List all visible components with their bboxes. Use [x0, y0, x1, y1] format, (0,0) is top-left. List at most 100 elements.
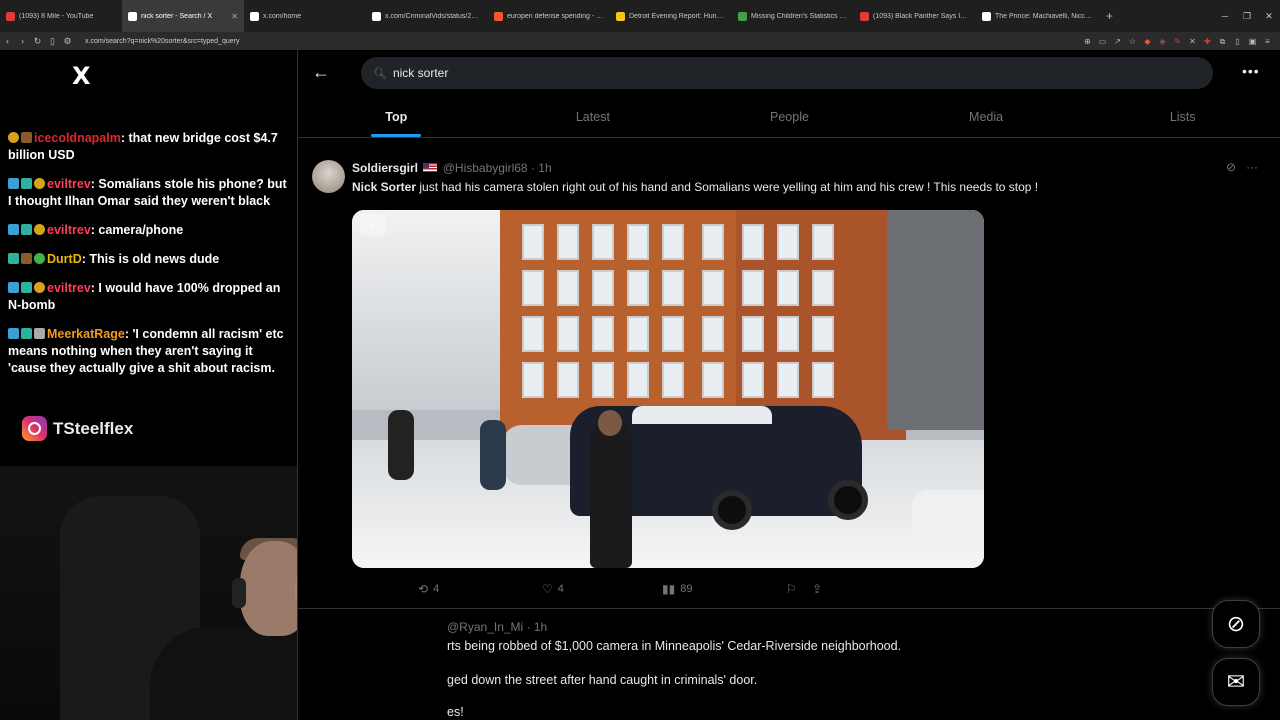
x-main-column: ← 🔍︎ nick sorter ••• Top Latest People Medi…: [297, 50, 1280, 720]
browser-tab[interactable]: nick sorter - Search / X ✕: [122, 0, 244, 32]
tab-title: x.com/CriminalVids/status/20123159…: [385, 12, 482, 20]
chat-badge-icon: [21, 178, 32, 189]
extension-c-icon[interactable]: ✕: [1188, 37, 1197, 46]
tab-close-icon[interactable]: ✕: [231, 12, 238, 21]
download-icon[interactable]: ⤓: [360, 214, 386, 236]
chat-badge-icon: [8, 253, 19, 264]
like-button[interactable]: ♡ 4: [542, 582, 564, 596]
browser-tab[interactable]: (1093) 8 Mile - YouTube: [0, 0, 122, 32]
extension-d-icon[interactable]: ✚: [1203, 37, 1212, 46]
browser-tab[interactable]: x.com/home: [244, 0, 366, 32]
user-handle[interactable]: @Hisbabygirl68: [443, 161, 528, 175]
chat-badge-icon: [8, 178, 19, 189]
browser-tab[interactable]: Detroit Evening Report: Hundreds in…: [610, 0, 732, 32]
chat-message: eviltrev: camera/phone: [8, 222, 292, 239]
mentioned-name[interactable]: Nick Sorter: [352, 180, 416, 194]
chat-message: DurtD: This is old news dude: [8, 251, 292, 268]
tab-people[interactable]: People: [691, 98, 888, 137]
browser-tab[interactable]: europen defense spending - Brave S…: [488, 0, 610, 32]
tweet-time[interactable]: · 1h: [531, 161, 552, 175]
tweet-video[interactable]: ⤓: [352, 210, 984, 568]
tab-lists[interactable]: Lists: [1084, 98, 1280, 137]
mail-icon: ✉: [1226, 669, 1246, 694]
extension-a-icon[interactable]: ◈: [1158, 37, 1167, 46]
back-nav-icon[interactable]: ‹: [0, 36, 15, 46]
forward-nav-icon[interactable]: ›: [15, 36, 30, 46]
menu-icon[interactable]: ≡: [1263, 37, 1272, 46]
browser-tab[interactable]: The Prince: Machiavelli, Niccolò: 978…: [976, 0, 1098, 32]
browser-tab[interactable]: (1093) Black Panther Says Ice Is Gon…: [854, 0, 976, 32]
views-button[interactable]: ▮▮ 89: [662, 582, 692, 596]
sidebar-icon[interactable]: ▯: [1233, 37, 1242, 46]
tab-favicon-icon: [250, 11, 259, 21]
bookmark-page-icon[interactable]: ▯: [45, 36, 60, 47]
tab-favicon-icon: [372, 11, 381, 21]
browser-tab[interactable]: x.com/CriminalVids/status/20123159…: [366, 0, 488, 32]
tab-favicon-icon: [128, 11, 137, 21]
chat-badge-icon: [34, 282, 45, 293]
tweet-header: Soldiersgirl @Hisbabygirl68 · 1h: [352, 161, 552, 175]
tweet-more-icon[interactable]: ···: [1246, 160, 1258, 174]
messages-button[interactable]: ✉: [1212, 658, 1260, 706]
tab-latest[interactable]: Latest: [495, 98, 692, 137]
extension-icons: ⊕ ▭ ↗ ☆ ◆ ◈ ✎ ✕ ✚ ⧉ ▯ ▣ ≡: [1083, 37, 1280, 46]
back-arrow-icon[interactable]: ←: [312, 62, 330, 83]
tweet-2-handle[interactable]: @Ryan_In_Mi · 1h: [447, 620, 547, 634]
chat-username: icecoldnapalm: [34, 131, 121, 145]
tweet-2-line-3: es!: [447, 705, 464, 719]
tab-top[interactable]: Top: [298, 98, 495, 137]
wallet-icon[interactable]: ▣: [1248, 37, 1257, 46]
tab-title: The Prince: Machiavelli, Niccolò: 978…: [995, 12, 1092, 20]
tab-media[interactable]: Media: [888, 98, 1085, 137]
reload-icon[interactable]: ↻: [30, 36, 45, 47]
bookmark-button[interactable]: ⚐: [786, 582, 797, 596]
restore-icon[interactable]: ❐: [1236, 11, 1258, 22]
grok-button[interactable]: ⊘: [1212, 600, 1260, 648]
url-field[interactable]: x.com/search?q=nick%20sorter&src=typed_q…: [85, 38, 1083, 45]
extension-b-icon[interactable]: ✎: [1173, 37, 1182, 46]
display-name[interactable]: Soldiersgirl: [352, 161, 418, 175]
headphones-icon: [232, 578, 246, 608]
x-logo-icon[interactable]: X: [72, 62, 91, 90]
tweet-2[interactable]: @Ryan_In_Mi · 1h rts being robbed of $1,…: [298, 608, 1280, 719]
views-icon: ▮▮: [662, 582, 676, 596]
zoom-icon[interactable]: ⊕: [1083, 37, 1092, 46]
brave-shield-icon[interactable]: ◆: [1143, 37, 1152, 46]
search-value[interactable]: nick sorter: [393, 66, 448, 80]
new-tab-button[interactable]: +: [1098, 9, 1121, 23]
tab-title: Missing Children's Statistics - Global…: [751, 12, 848, 20]
chat-message: eviltrev: Somalians stole his phone? but…: [8, 176, 292, 210]
chat-badge-icon: [21, 253, 32, 264]
star-icon[interactable]: ☆: [1128, 37, 1137, 46]
chat-badge-icon: [21, 224, 32, 235]
chat-username: eviltrev: [47, 177, 91, 191]
more-options-icon[interactable]: •••: [1242, 63, 1260, 79]
browser-tab-bar: (1093) 8 Mile - YouTube nick sorter - Sea…: [0, 0, 1280, 32]
site-info-icon[interactable]: ⚙: [60, 36, 75, 47]
cast-icon[interactable]: ▭: [1098, 37, 1107, 46]
chat-badge-icon: [34, 253, 45, 264]
heart-icon: ♡: [542, 582, 553, 596]
grok-icon[interactable]: ⊘: [1226, 160, 1236, 174]
screen: (1093) 8 Mile - YouTube nick sorter - Sea…: [0, 0, 1280, 720]
chat-feed: icecoldnapalm: that new bridge cost $4.7…: [8, 130, 292, 389]
search-input[interactable]: 🔍︎ nick sorter: [361, 57, 1213, 89]
chat-username: eviltrev: [47, 281, 91, 295]
tweet-top-icons: ⊘ ···: [1226, 160, 1258, 174]
tab-favicon-icon: [860, 11, 869, 21]
browser-tab[interactable]: Missing Children's Statistics - Global…: [732, 0, 854, 32]
close-window-icon[interactable]: ✕: [1258, 11, 1280, 22]
chat-badge-icon: [34, 178, 45, 189]
avatar[interactable]: [312, 160, 345, 193]
chat-badge-icon: [21, 282, 32, 293]
share-icon[interactable]: ↗: [1113, 37, 1122, 46]
retweet-button[interactable]: ⟲ 4: [418, 582, 439, 596]
minimize-icon[interactable]: ─: [1214, 11, 1236, 21]
chat-message: icecoldnapalm: that new bridge cost $4.7…: [8, 130, 292, 164]
search-icon: 🔍︎: [373, 67, 387, 80]
retweet-count: 4: [433, 583, 440, 595]
extensions-icon[interactable]: ⧉: [1218, 37, 1227, 46]
share-button[interactable]: ⇪: [812, 582, 822, 596]
chat-username: DurtD: [47, 252, 82, 266]
tab-title: Detroit Evening Report: Hundreds in…: [629, 12, 726, 20]
